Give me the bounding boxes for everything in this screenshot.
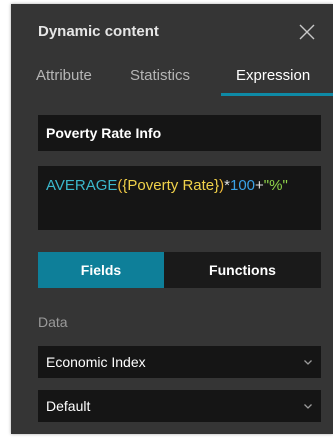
layer-select-value: Economic Index xyxy=(46,354,146,370)
panel-title: Dynamic content xyxy=(38,23,159,40)
expression-number: 100 xyxy=(230,177,256,194)
close-icon[interactable] xyxy=(297,22,317,42)
panel-header: Dynamic content xyxy=(11,4,333,58)
functions-button[interactable]: Functions xyxy=(164,252,321,288)
expression-string: "%" xyxy=(263,177,288,194)
expression-field: {Poverty Rate} xyxy=(122,177,220,194)
expression-name-field[interactable] xyxy=(38,115,321,151)
view-select-value: Default xyxy=(46,398,91,414)
tab-statistics[interactable]: Statistics xyxy=(130,67,190,84)
chevron-down-icon xyxy=(303,359,313,366)
chevron-down-icon xyxy=(303,403,313,410)
expression-operator-plus: + xyxy=(255,177,264,194)
tab-attribute[interactable]: Attribute xyxy=(36,67,92,84)
data-section-label: Data xyxy=(38,314,68,330)
expression-function: AVERAGE xyxy=(46,177,118,194)
active-tab-indicator xyxy=(221,93,333,96)
view-select[interactable]: Default xyxy=(38,390,321,422)
fields-button[interactable]: Fields xyxy=(38,252,164,288)
tab-expression[interactable]: Expression xyxy=(236,67,310,84)
layer-select[interactable]: Economic Index xyxy=(38,346,321,378)
tab-bar: Attribute Statistics Expression xyxy=(11,58,333,96)
expression-editor[interactable]: AVERAGE({Poverty Rate})*100+"%" xyxy=(38,166,321,230)
dynamic-content-panel: Dynamic content Attribute Statistics Exp… xyxy=(11,4,333,434)
fields-functions-toggle: Fields Functions xyxy=(38,252,321,288)
